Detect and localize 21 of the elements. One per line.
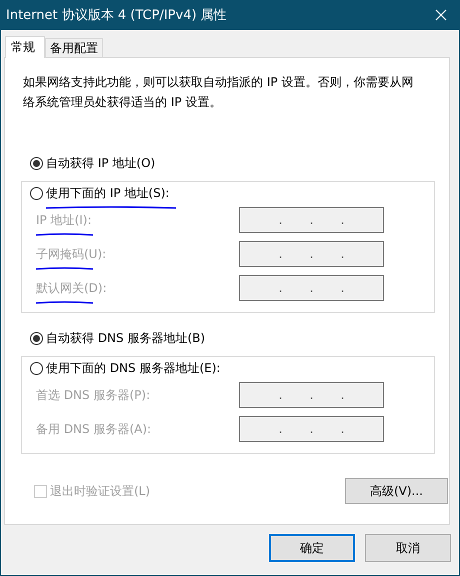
window-title: Internet 协议版本 4 (TCP/IPv4) 属性 [6,7,227,24]
field-label: 子网掩码(U): [36,246,106,262]
dialog-button[interactable]: 确定 [269,534,355,562]
close-icon[interactable] [435,9,447,21]
radio-label[interactable]: 自动获得 IP 地址(O) [46,154,156,172]
advanced-button[interactable]: 高级(V)... [345,478,448,504]
radio-label[interactable]: 使用下面的 DNS 服务器地址(E): [46,360,220,376]
dialog-button[interactable]: 取消 [365,534,451,562]
field-label: 备用 DNS 服务器(A): [36,420,152,438]
radio-button[interactable] [30,156,43,170]
radio-button[interactable] [30,332,43,344]
radio-label[interactable]: 自动获得 DNS 服务器地址(B) [46,330,206,346]
field-label: 默认网关(D): [36,280,107,296]
radio-label[interactable]: 使用下面的 IP 地址(S): [46,184,170,202]
field-label: 首选 DNS 服务器(P): [36,386,150,404]
field-label: IP 地址(I): [36,212,92,228]
tab[interactable]: 常规 [5,36,45,58]
radio-button[interactable] [30,362,43,374]
radio-button[interactable] [30,186,43,200]
description-text: 如果网络支持此功能，则可以获取自动指派的 IP 设置。否则，你需要从网络系统管理员处获得适当的 IP 设置。 [23,74,414,111]
tab[interactable]: 备用配置 [45,38,103,57]
